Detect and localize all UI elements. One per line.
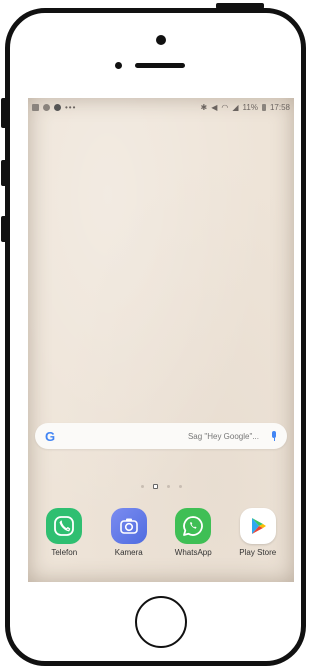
bluetooth-icon: ✱ — [200, 102, 208, 112]
page-dot — [166, 484, 170, 488]
proximity-sensor — [115, 62, 122, 69]
battery-percent: 11% — [242, 102, 258, 112]
page-dot — [140, 484, 144, 488]
app-notification-icon — [43, 103, 50, 111]
front-camera — [156, 35, 166, 45]
home-page-dot — [152, 483, 158, 489]
app-label: WhatsApp — [174, 548, 212, 557]
home-button[interactable] — [135, 596, 187, 648]
mute-switch[interactable] — [1, 98, 9, 128]
google-logo-icon: G — [45, 428, 56, 444]
search-placeholder: Sag "Hey Google"... — [187, 431, 259, 441]
gallery-notification-icon — [32, 103, 39, 111]
face-notification-icon — [54, 103, 61, 111]
volume-up-button[interactable] — [1, 160, 9, 186]
status-system: ✱ ◀︎ ◠ ◢ 11% 17:58 — [201, 103, 290, 112]
clock: 17:58 — [269, 102, 290, 112]
wifi-icon: ◠ — [221, 102, 229, 112]
power-button[interactable] — [216, 3, 264, 9]
app-play-store[interactable]: Play Store — [228, 508, 288, 557]
page-dot — [178, 484, 182, 488]
app-whatsapp[interactable]: WhatsApp — [163, 508, 223, 557]
app-label: Telefon — [51, 548, 78, 557]
battery-icon — [261, 103, 266, 111]
mute-icon: ◀︎ — [211, 102, 218, 112]
app-label: Play Store — [239, 548, 277, 557]
volume-down-button[interactable] — [1, 216, 9, 242]
camera-icon[interactable] — [110, 508, 147, 544]
app-dock: Telefon Kamera WhatsApp Play Store — [28, 508, 294, 572]
home-screen: ••• ✱ ◀︎ ◠ ◢ 11% 17:58 G Sag "Hey Google… — [28, 98, 294, 582]
status-notifications: ••• — [32, 102, 77, 112]
app-telefon[interactable]: Telefon — [34, 508, 94, 557]
app-kamera[interactable]: Kamera — [99, 508, 159, 557]
more-notifications-icon: ••• — [65, 102, 77, 112]
app-label: Kamera — [114, 548, 143, 557]
page-indicator — [28, 482, 294, 490]
whatsapp-icon[interactable] — [175, 508, 212, 544]
signal-icon: ◢ — [232, 102, 239, 112]
google-search-bar[interactable]: G Sag "Hey Google"... — [35, 423, 287, 449]
status-bar: ••• ✱ ◀︎ ◠ ◢ 11% 17:58 — [28, 98, 294, 116]
microphone-icon[interactable] — [271, 431, 277, 441]
play-store-icon[interactable] — [239, 508, 276, 544]
phone-icon[interactable] — [46, 508, 83, 544]
earpiece-speaker — [135, 63, 185, 68]
